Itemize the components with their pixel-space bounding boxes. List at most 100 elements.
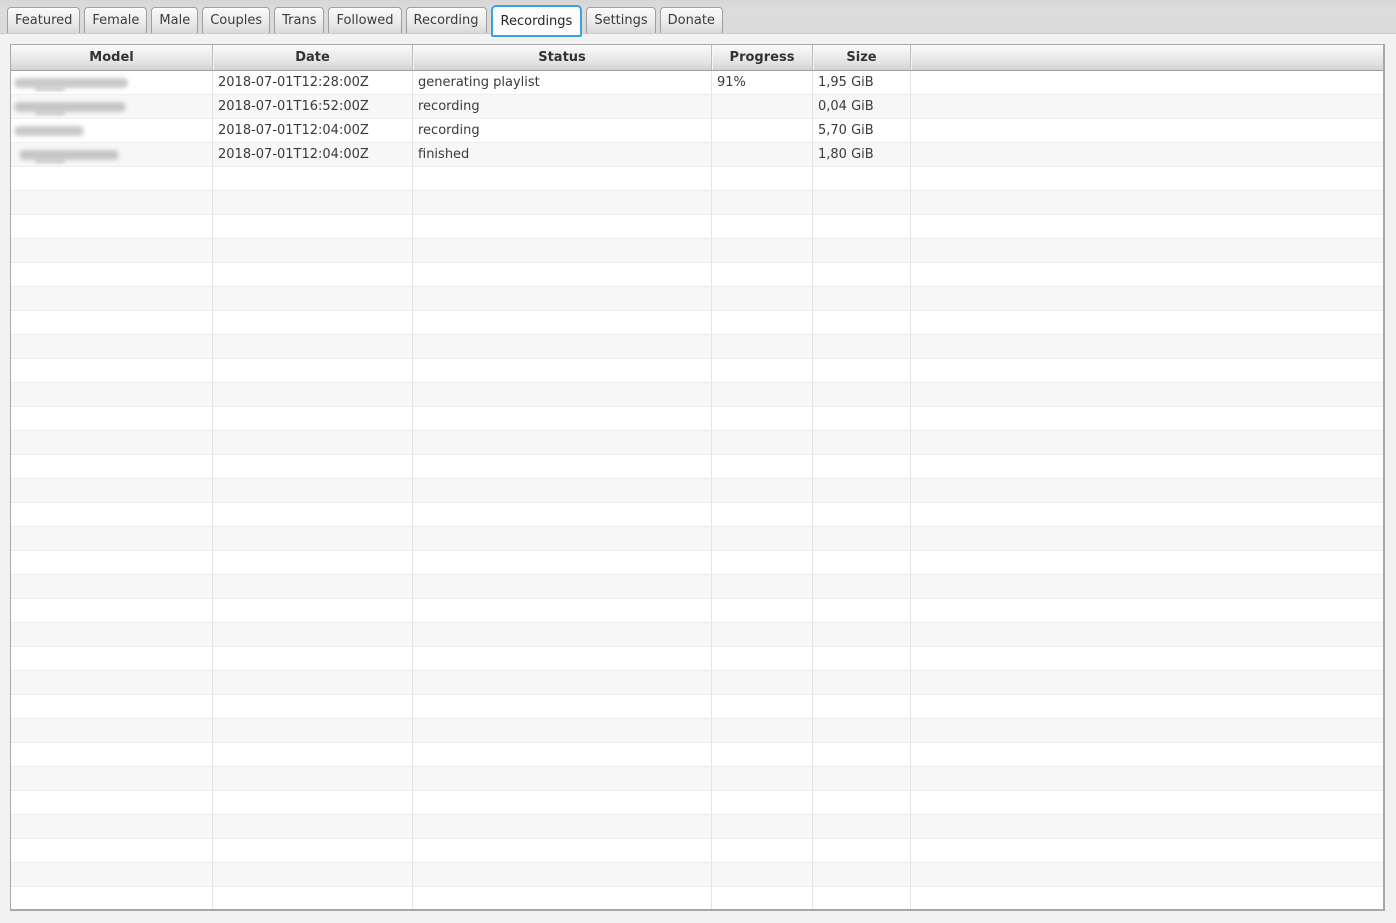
empty-table-row bbox=[11, 479, 1383, 503]
empty-table-row bbox=[11, 431, 1383, 455]
empty-table-row bbox=[11, 191, 1383, 215]
filler-cell bbox=[911, 455, 1383, 478]
redaction-smudge bbox=[35, 160, 65, 163]
status-cell bbox=[413, 599, 712, 622]
date-cell bbox=[213, 623, 413, 646]
tab-trans[interactable]: Trans bbox=[274, 7, 324, 33]
model-cell bbox=[11, 143, 213, 166]
tab-featured[interactable]: Featured bbox=[7, 7, 80, 33]
date-cell bbox=[213, 767, 413, 790]
filler-cell bbox=[911, 311, 1383, 334]
status-cell bbox=[413, 839, 712, 862]
empty-table-row bbox=[11, 887, 1383, 911]
tab-recording[interactable]: Recording bbox=[406, 7, 487, 33]
status-cell bbox=[413, 743, 712, 766]
tab-followed[interactable]: Followed bbox=[328, 7, 401, 33]
status-cell bbox=[413, 383, 712, 406]
redacted-model-name bbox=[14, 78, 128, 88]
redacted-model-name bbox=[14, 102, 126, 112]
tab-label: Followed bbox=[336, 13, 393, 28]
filler-cell bbox=[911, 839, 1383, 862]
filler-cell bbox=[911, 575, 1383, 598]
date-cell bbox=[213, 383, 413, 406]
table-row[interactable]: 2018-07-01T12:04:00Z finished 1,80 GiB bbox=[11, 143, 1383, 167]
size-cell bbox=[813, 191, 911, 214]
redacted-model-name bbox=[14, 126, 84, 136]
filler-cell bbox=[911, 527, 1383, 550]
column-header-size[interactable]: Size bbox=[813, 45, 911, 70]
model-cell bbox=[11, 335, 213, 358]
progress-cell bbox=[712, 599, 813, 622]
filler-cell bbox=[911, 119, 1383, 142]
status-cell bbox=[413, 815, 712, 838]
date-cell bbox=[213, 239, 413, 262]
progress-cell bbox=[712, 239, 813, 262]
model-cell bbox=[11, 527, 213, 550]
tab-label: Recording bbox=[414, 13, 479, 28]
size-cell bbox=[813, 839, 911, 862]
tab-label: Couples bbox=[210, 13, 262, 28]
table-row[interactable]: 2018-07-01T12:04:00Z recording 5,70 GiB bbox=[11, 119, 1383, 143]
progress-cell bbox=[712, 287, 813, 310]
size-cell bbox=[813, 263, 911, 286]
size-cell: 5,70 GiB bbox=[813, 119, 911, 142]
model-cell bbox=[11, 431, 213, 454]
filler-cell bbox=[911, 791, 1383, 814]
status-cell bbox=[413, 431, 712, 454]
filler-cell bbox=[911, 335, 1383, 358]
progress-cell bbox=[712, 359, 813, 382]
empty-table-row bbox=[11, 359, 1383, 383]
progress-cell bbox=[712, 743, 813, 766]
size-cell bbox=[813, 239, 911, 262]
filler-cell bbox=[911, 287, 1383, 310]
progress-cell bbox=[712, 719, 813, 742]
status-cell bbox=[413, 479, 712, 502]
status-cell bbox=[413, 407, 712, 430]
table-row[interactable]: 2018-07-01T12:28:00Z generating playlist… bbox=[11, 71, 1383, 95]
filler-cell bbox=[911, 407, 1383, 430]
tab-donate[interactable]: Donate bbox=[660, 7, 723, 33]
progress-cell bbox=[712, 335, 813, 358]
column-header-status[interactable]: Status bbox=[413, 45, 712, 70]
filler-cell bbox=[911, 887, 1383, 910]
tab-male[interactable]: Male bbox=[151, 7, 198, 33]
column-header-progress[interactable]: Progress bbox=[712, 45, 813, 70]
filler-cell bbox=[911, 743, 1383, 766]
empty-table-row bbox=[11, 863, 1383, 887]
tab-label: Settings bbox=[594, 13, 647, 28]
progress-cell bbox=[712, 839, 813, 862]
tab-settings[interactable]: Settings bbox=[586, 7, 655, 33]
progress-cell bbox=[712, 263, 813, 286]
progress-cell bbox=[712, 815, 813, 838]
tab-label: Recordings bbox=[501, 14, 573, 29]
status-cell bbox=[413, 551, 712, 574]
filler-cell bbox=[911, 479, 1383, 502]
tab-bar: Featured Female Male Couples Trans Follo… bbox=[0, 0, 1396, 34]
column-header-date[interactable]: Date bbox=[213, 45, 413, 70]
empty-table-row bbox=[11, 647, 1383, 671]
table-body: 2018-07-01T12:28:00Z generating playlist… bbox=[11, 71, 1383, 911]
model-cell bbox=[11, 791, 213, 814]
date-cell bbox=[213, 407, 413, 430]
tab-female[interactable]: Female bbox=[84, 7, 147, 33]
size-cell: 1,80 GiB bbox=[813, 143, 911, 166]
empty-table-row bbox=[11, 767, 1383, 791]
progress-cell bbox=[712, 647, 813, 670]
table-row[interactable]: 2018-07-01T16:52:00Z recording 0,04 GiB bbox=[11, 95, 1383, 119]
size-cell bbox=[813, 167, 911, 190]
model-cell bbox=[11, 551, 213, 574]
progress-cell bbox=[712, 695, 813, 718]
model-cell bbox=[11, 599, 213, 622]
size-cell: 1,95 GiB bbox=[813, 71, 911, 94]
empty-table-row bbox=[11, 695, 1383, 719]
empty-table-row bbox=[11, 743, 1383, 767]
date-cell bbox=[213, 695, 413, 718]
progress-cell bbox=[712, 407, 813, 430]
column-header-model[interactable]: Model bbox=[11, 45, 213, 70]
tab-couples[interactable]: Couples bbox=[202, 7, 270, 33]
date-cell bbox=[213, 551, 413, 574]
tab-recordings[interactable]: Recordings bbox=[491, 5, 583, 37]
empty-table-row bbox=[11, 455, 1383, 479]
status-cell bbox=[413, 647, 712, 670]
recordings-table: Model Date Status Progress Size 2018-07-… bbox=[10, 44, 1385, 911]
